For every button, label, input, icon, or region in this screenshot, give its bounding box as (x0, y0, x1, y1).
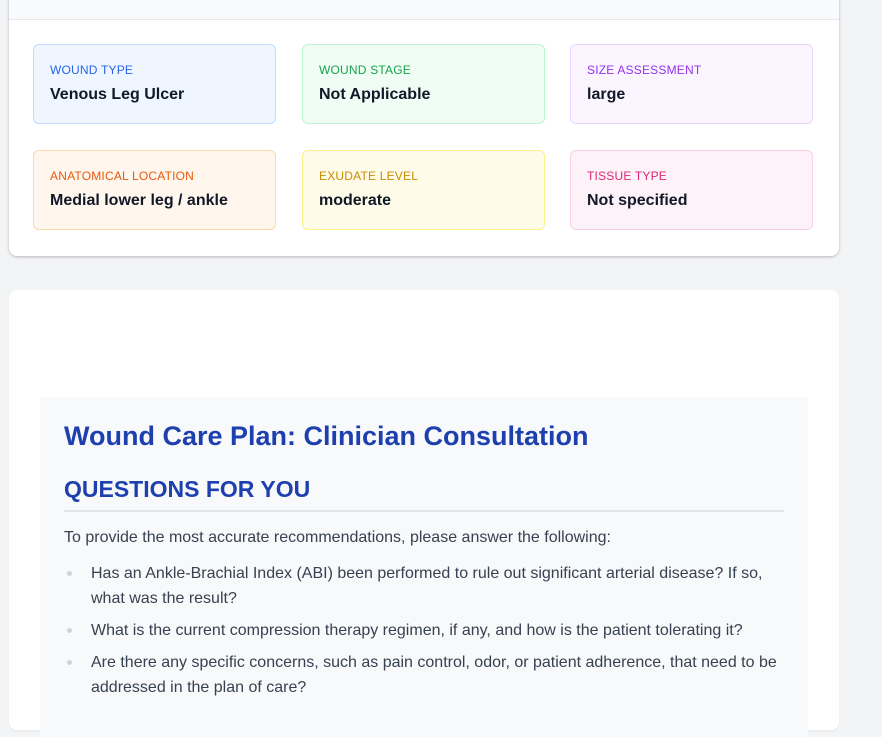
questions-intro: To provide the most accurate recommendat… (64, 529, 611, 546)
card-header-strip (9, 0, 839, 20)
bullet-icon (67, 628, 72, 633)
wound-type-tile: WOUND TYPE Venous Leg Ulcer (33, 44, 276, 124)
tissue-type-value: Not specified (587, 192, 688, 209)
wound-type-value: Venous Leg Ulcer (50, 86, 185, 103)
wound-type-label: WOUND TYPE (50, 63, 134, 77)
bullet-icon (67, 660, 72, 665)
size-assessment-tile: SIZE ASSESSMENT large (570, 44, 813, 124)
anatomical-location-label: ANATOMICAL LOCATION (50, 169, 195, 183)
wound-stage-tile: WOUND STAGE Not Applicable (302, 44, 545, 124)
question-text: Has an Ankle-Brachial Index (ABI) been p… (91, 565, 763, 607)
exudate-level-label: EXUDATE LEVEL (319, 169, 419, 183)
care-plan-content: Wound Care Plan: Clinician Consultation … (40, 397, 808, 737)
exudate-level-tile: EXUDATE LEVEL moderate (302, 150, 545, 230)
question-text: What is the current compression therapy … (91, 622, 743, 639)
list-item: Are there any specific concerns, such as… (64, 650, 784, 700)
size-assessment-label: SIZE ASSESSMENT (587, 63, 702, 77)
plan-title: Wound Care Plan: Clinician Consultation (64, 421, 589, 451)
bullet-icon (67, 571, 72, 576)
tissue-type-tile: TISSUE TYPE Not specified (570, 150, 813, 230)
wound-summary-card: WOUND TYPE Venous Leg Ulcer WOUND STAGE … (9, 0, 839, 256)
question-text: Are there any specific concerns, such as… (91, 654, 777, 696)
list-item: Has an Ankle-Brachial Index (ABI) been p… (64, 561, 784, 611)
size-assessment-value: large (587, 86, 626, 103)
wound-stage-label: WOUND STAGE (319, 63, 411, 77)
list-item: What is the current compression therapy … (64, 618, 784, 643)
questions-heading: QUESTIONS FOR YOU (64, 476, 784, 512)
questions-list: Has an Ankle-Brachial Index (ABI) been p… (64, 561, 784, 700)
care-plan-card: Wound Care Plan: Clinician Consultation … (9, 290, 839, 737)
anatomical-location-tile: ANATOMICAL LOCATION Medial lower leg / a… (33, 150, 276, 230)
tissue-type-label: TISSUE TYPE (587, 169, 668, 183)
anatomical-location-value: Medial lower leg / ankle (50, 192, 228, 209)
exudate-level-value: moderate (319, 192, 392, 209)
wound-stage-value: Not Applicable (319, 86, 431, 103)
